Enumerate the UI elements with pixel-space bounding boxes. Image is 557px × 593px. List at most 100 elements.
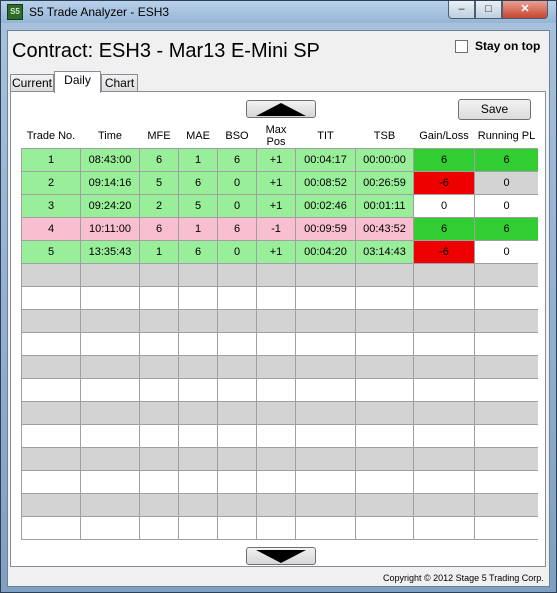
cell-running-pl[interactable]: 0 <box>474 240 538 264</box>
empty-cell[interactable] <box>139 378 179 402</box>
empty-row[interactable] <box>21 516 538 540</box>
cell-tit[interactable]: 00:04:17 <box>295 148 356 172</box>
empty-cell[interactable] <box>295 355 356 379</box>
empty-cell[interactable] <box>139 470 179 494</box>
empty-cell[interactable] <box>139 309 179 333</box>
checkbox-box[interactable] <box>455 39 468 53</box>
empty-cell[interactable] <box>21 447 81 471</box>
empty-cell[interactable] <box>295 309 356 333</box>
empty-cell[interactable] <box>413 378 475 402</box>
cell-trade-no[interactable]: 1 <box>21 148 81 172</box>
empty-cell[interactable] <box>217 332 257 356</box>
maximize-button[interactable]: □ <box>475 1 502 19</box>
cell-gain-loss[interactable]: 6 <box>413 148 475 172</box>
empty-cell[interactable] <box>139 332 179 356</box>
table-row[interactable]: 3 09:24:20 2 5 0 +1 00:02:46 00:01:11 0 0 <box>21 194 538 218</box>
cell-time[interactable]: 10:11:00 <box>80 217 140 241</box>
empty-cell[interactable] <box>80 447 140 471</box>
empty-cell[interactable] <box>413 424 475 448</box>
col-header-mfe[interactable]: MFE <box>140 124 179 149</box>
empty-cell[interactable] <box>295 424 356 448</box>
col-header-tit[interactable]: TIT <box>296 124 356 149</box>
cell-mfe[interactable]: 6 <box>139 217 179 241</box>
empty-cell[interactable] <box>355 355 414 379</box>
cell-tsb[interactable]: 00:43:52 <box>355 217 414 241</box>
cell-mfe[interactable]: 2 <box>139 194 179 218</box>
cell-time[interactable]: 08:43:00 <box>80 148 140 172</box>
col-header-time[interactable]: Time <box>81 124 140 149</box>
empty-cell[interactable] <box>256 516 296 540</box>
col-header-tsb[interactable]: TSB <box>356 124 414 149</box>
empty-cell[interactable] <box>413 286 475 310</box>
empty-cell[interactable] <box>474 493 538 517</box>
empty-cell[interactable] <box>80 355 140 379</box>
cell-max-pos[interactable]: +1 <box>256 148 296 172</box>
empty-cell[interactable] <box>80 332 140 356</box>
empty-cell[interactable] <box>355 309 414 333</box>
empty-cell[interactable] <box>80 378 140 402</box>
empty-row[interactable] <box>21 355 538 379</box>
empty-cell[interactable] <box>21 263 81 287</box>
empty-cell[interactable] <box>474 516 538 540</box>
empty-cell[interactable] <box>474 401 538 425</box>
empty-cell[interactable] <box>355 424 414 448</box>
cell-bso[interactable]: 0 <box>217 171 257 195</box>
empty-row[interactable] <box>21 401 538 425</box>
cell-bso[interactable]: 6 <box>217 217 257 241</box>
empty-cell[interactable] <box>139 447 179 471</box>
cell-running-pl[interactable]: 0 <box>474 171 538 195</box>
empty-row[interactable] <box>21 263 538 287</box>
empty-cell[interactable] <box>21 424 81 448</box>
cell-bso[interactable]: 0 <box>217 240 257 264</box>
empty-cell[interactable] <box>139 263 179 287</box>
empty-cell[interactable] <box>139 516 179 540</box>
empty-cell[interactable] <box>355 378 414 402</box>
col-header-gain-loss[interactable]: Gain/Loss <box>414 124 475 149</box>
close-button[interactable]: ✕ <box>502 1 548 19</box>
save-button[interactable]: Save <box>458 99 531 120</box>
empty-cell[interactable] <box>21 309 81 333</box>
cell-running-pl[interactable]: 6 <box>474 217 538 241</box>
empty-row[interactable] <box>21 309 538 333</box>
col-header-trade-no[interactable]: Trade No. <box>22 124 81 149</box>
cell-time[interactable]: 09:14:16 <box>80 171 140 195</box>
empty-cell[interactable] <box>413 332 475 356</box>
empty-cell[interactable] <box>178 286 218 310</box>
empty-cell[interactable] <box>256 309 296 333</box>
empty-cell[interactable] <box>217 516 257 540</box>
empty-cell[interactable] <box>256 401 296 425</box>
empty-cell[interactable] <box>474 355 538 379</box>
empty-cell[interactable] <box>217 401 257 425</box>
empty-cell[interactable] <box>413 355 475 379</box>
cell-time[interactable]: 09:24:20 <box>80 194 140 218</box>
cell-max-pos[interactable]: +1 <box>256 171 296 195</box>
empty-row[interactable] <box>21 378 538 402</box>
table-row[interactable]: 1 08:43:00 6 1 6 +1 00:04:17 00:00:00 6 6 <box>21 148 538 172</box>
empty-cell[interactable] <box>217 447 257 471</box>
empty-cell[interactable] <box>474 263 538 287</box>
empty-cell[interactable] <box>178 263 218 287</box>
empty-cell[interactable] <box>256 447 296 471</box>
empty-cell[interactable] <box>413 401 475 425</box>
cell-trade-no[interactable]: 3 <box>21 194 81 218</box>
empty-cell[interactable] <box>178 332 218 356</box>
empty-cell[interactable] <box>295 332 356 356</box>
cell-tit[interactable]: 00:09:59 <box>295 217 356 241</box>
empty-cell[interactable] <box>80 424 140 448</box>
cell-max-pos[interactable]: +1 <box>256 194 296 218</box>
empty-cell[interactable] <box>21 286 81 310</box>
col-header-max-pos[interactable]: Max Pos <box>257 124 296 149</box>
empty-cell[interactable] <box>21 355 81 379</box>
empty-cell[interactable] <box>256 355 296 379</box>
empty-cell[interactable] <box>295 493 356 517</box>
cell-mfe[interactable]: 1 <box>139 240 179 264</box>
empty-cell[interactable] <box>295 378 356 402</box>
empty-cell[interactable] <box>474 309 538 333</box>
table-row[interactable]: 4 10:11:00 6 1 6 -1 00:09:59 00:43:52 6 6 <box>21 217 538 241</box>
empty-cell[interactable] <box>256 493 296 517</box>
cell-bso[interactable]: 6 <box>217 148 257 172</box>
empty-cell[interactable] <box>178 493 218 517</box>
empty-cell[interactable] <box>256 263 296 287</box>
empty-cell[interactable] <box>80 470 140 494</box>
cell-mae[interactable]: 1 <box>178 217 218 241</box>
